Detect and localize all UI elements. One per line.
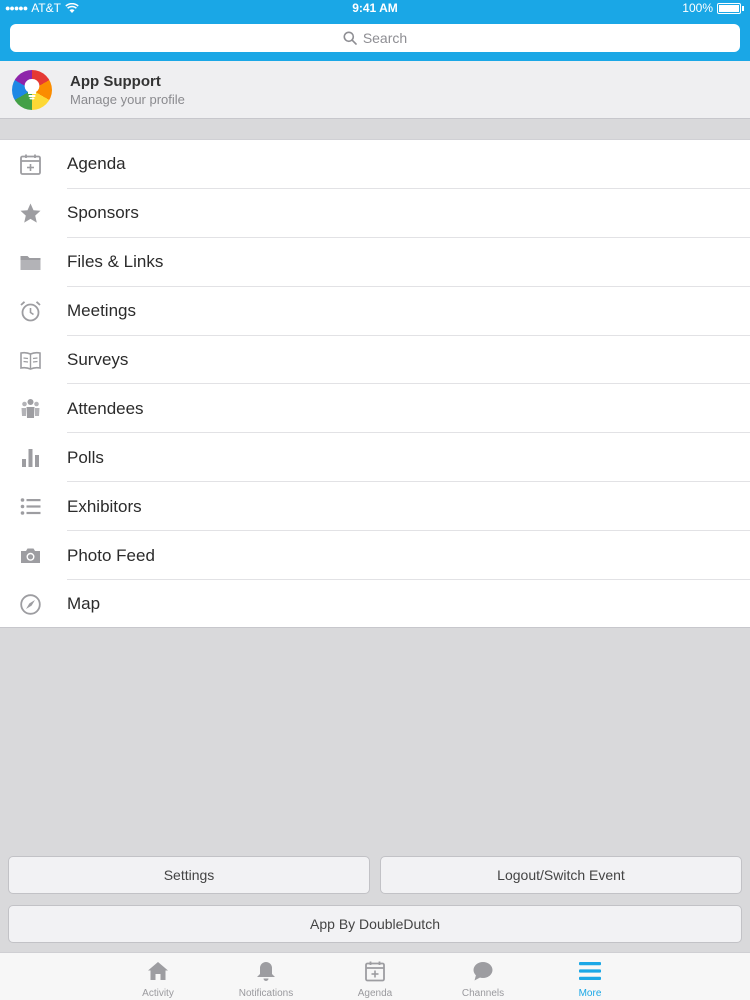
menu-item-photo-feed[interactable]: Photo Feed: [0, 531, 750, 581]
calendar-icon: [365, 961, 385, 982]
menu-item-surveys[interactable]: Surveys: [0, 336, 750, 385]
screen: ●●●●● AT&T 9:41 AM 100% Search App Suppo…: [0, 0, 750, 1000]
menu-item-polls[interactable]: Polls: [0, 433, 750, 483]
menu-label-meetings: Meetings: [67, 301, 136, 321]
status-right: 100%: [682, 0, 744, 16]
tab-notifications[interactable]: Notifications: [212, 953, 320, 1000]
menu-item-sponsors[interactable]: Sponsors: [0, 189, 750, 238]
menu-item-map[interactable]: Map: [0, 580, 750, 629]
book-icon: [20, 351, 41, 370]
list-icon: [20, 498, 41, 515]
menu-item-exhibitors[interactable]: Exhibitors: [0, 482, 750, 532]
menu-label-files-links: Files & Links: [67, 252, 164, 272]
search-placeholder: Search: [362, 30, 408, 46]
header-bar: ●●●●● AT&T 9:41 AM 100% Search: [0, 0, 750, 61]
profile-name: App Support: [70, 73, 161, 90]
hamburger-icon: [579, 962, 601, 980]
bell-icon: [257, 962, 275, 981]
tab-activity[interactable]: Activity: [104, 953, 212, 1000]
tab-more[interactable]: More: [536, 953, 644, 1000]
bar-chart-icon: [22, 449, 39, 468]
calendar-icon: [20, 154, 41, 175]
battery-icon: [717, 2, 741, 14]
menu-label-polls: Polls: [67, 447, 104, 467]
chat-bubble-icon: [473, 962, 493, 981]
tab-channels[interactable]: Channels: [429, 953, 537, 1000]
app-by-doubledutch-button[interactable]: App By DoubleDutch: [8, 905, 742, 943]
menu-label-surveys: Surveys: [67, 350, 129, 369]
search-icon: [343, 31, 357, 45]
more-menu-list: Agenda Sponsors Files & Links Meetings S…: [0, 139, 750, 628]
menu-label-photo-feed: Photo Feed: [67, 545, 155, 565]
tab-label-activity: Activity: [142, 988, 174, 999]
clock-label: 9:41 AM: [352, 1, 398, 15]
menu-label-attendees: Attendees: [67, 398, 144, 418]
battery-percent: 100%: [682, 1, 713, 15]
compass-icon: [20, 594, 41, 615]
home-icon: [148, 962, 168, 980]
settings-button[interactable]: Settings: [8, 856, 370, 894]
profile-subtitle: Manage your profile: [70, 92, 185, 107]
menu-item-agenda[interactable]: Agenda: [0, 140, 750, 189]
avatar: [12, 70, 52, 110]
menu-label-sponsors: Sponsors: [67, 203, 139, 223]
logout-switch-event-button[interactable]: Logout/Switch Event: [380, 856, 742, 894]
people-icon: [21, 399, 40, 419]
tab-label-agenda: Agenda: [357, 988, 393, 999]
status-bar: ●●●●● AT&T 9:41 AM 100%: [0, 0, 750, 16]
battery-tip: [742, 5, 744, 11]
search-input[interactable]: Search: [10, 24, 740, 52]
tab-bar: Activity Notifications Agenda Channels M…: [0, 952, 750, 1000]
folder-icon: [20, 255, 41, 270]
menu-label-map: Map: [67, 594, 101, 614]
alarm-clock-icon: [20, 300, 41, 322]
menu-item-files-links[interactable]: Files & Links: [0, 238, 750, 287]
tab-agenda[interactable]: Agenda: [321, 953, 429, 1000]
menu-label-agenda: Agenda: [67, 154, 126, 174]
menu-item-attendees[interactable]: Attendees: [0, 384, 750, 434]
camera-icon: [21, 548, 40, 564]
menu-item-meetings[interactable]: Meetings: [0, 287, 750, 336]
menu-label-exhibitors: Exhibitors: [67, 496, 142, 516]
tab-label-channels: Channels: [461, 988, 505, 999]
profile-row[interactable]: App Support Manage your profile: [0, 61, 750, 119]
star-icon: [20, 203, 41, 223]
lightbulb-icon: [24, 78, 40, 100]
tab-label-notifications: Notifications: [238, 988, 294, 999]
tab-label-more: More: [578, 988, 602, 999]
